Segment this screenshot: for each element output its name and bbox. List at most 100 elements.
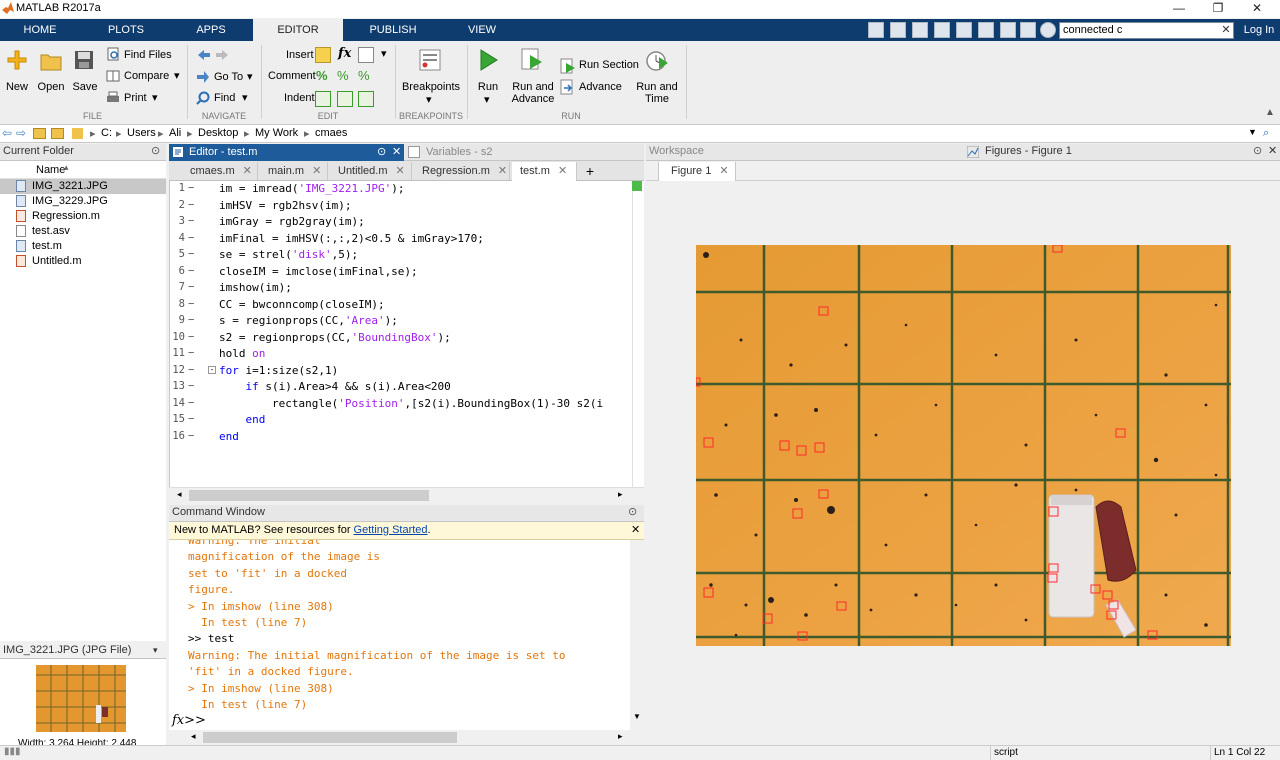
scroll-thumb[interactable] xyxy=(189,490,429,501)
breakpoint-gutter-mark[interactable]: − xyxy=(188,215,194,227)
code-line[interactable]: imshow(im); xyxy=(219,281,292,294)
login-button[interactable]: Log In xyxy=(1239,19,1279,41)
comment-percent-icon[interactable]: % xyxy=(316,68,328,83)
editor-horizontal-scrollbar[interactable]: ◂ ▸ xyxy=(169,487,644,503)
run-and-time-button[interactable]: Run and Time xyxy=(634,81,680,105)
scroll-right-icon[interactable]: ▸ xyxy=(618,731,623,742)
tab-editor[interactable]: EDITOR xyxy=(253,19,343,42)
search-folder-icon[interactable]: ⌕ xyxy=(1263,127,1269,140)
breadcrumb-c-drive[interactable]: C: xyxy=(101,127,112,139)
breakpoints-button[interactable]: Breakpoints xyxy=(396,81,466,93)
code-line[interactable]: rectangle('Position',[s2(i).BoundingBox(… xyxy=(219,397,603,410)
code-line[interactable]: im = imread('IMG_3221.JPG'); xyxy=(219,182,404,195)
insert-button[interactable]: Insert xyxy=(286,49,314,61)
scroll-left-icon[interactable]: ◂ xyxy=(191,731,196,742)
tab-publish[interactable]: PUBLISH xyxy=(346,19,440,41)
new-tab-button[interactable]: + xyxy=(578,162,602,181)
breakpoint-gutter-mark[interactable]: − xyxy=(188,182,194,194)
breakpoint-gutter-mark[interactable]: − xyxy=(188,281,194,293)
code-line[interactable]: hold on xyxy=(219,347,265,360)
print-dropdown-icon[interactable]: ▾ xyxy=(152,91,158,104)
find-files-button[interactable]: Find Files xyxy=(124,49,172,61)
maximize-button[interactable]: ❐ xyxy=(1199,0,1237,18)
compare-button[interactable]: Compare xyxy=(124,70,169,82)
undo-quick-icon[interactable] xyxy=(978,22,994,38)
breakpoint-gutter-mark[interactable]: − xyxy=(188,314,194,326)
switch-windows-icon[interactable] xyxy=(1020,22,1036,38)
indent-button[interactable]: Indent xyxy=(284,92,315,104)
tab-view[interactable]: VIEW xyxy=(442,19,522,41)
breakpoint-gutter-mark[interactable]: − xyxy=(188,430,194,442)
breadcrumb-my-work[interactable]: My Work xyxy=(255,127,298,139)
breadcrumb-desktop[interactable]: Desktop xyxy=(198,127,238,139)
tab-close-icon[interactable]: ✕ xyxy=(498,165,507,177)
editor-tab-main[interactable]: main.m ✕ xyxy=(262,162,328,181)
paste-quick-icon[interactable] xyxy=(956,22,972,38)
breakpoint-gutter-mark[interactable]: − xyxy=(188,364,194,376)
figure-tab[interactable]: Figure 1 ✕ xyxy=(658,162,736,181)
insert-code-icon[interactable] xyxy=(358,47,374,63)
breadcrumb-cmaes[interactable]: cmaes xyxy=(315,127,347,139)
breakpoint-gutter-mark[interactable]: − xyxy=(188,397,194,409)
advance-button[interactable]: Advance xyxy=(579,81,622,93)
code-line[interactable]: closeIM = imclose(imFinal,se); xyxy=(219,265,418,278)
run-dropdown-icon[interactable]: ▾ xyxy=(484,93,490,106)
comment-button[interactable]: Comment xyxy=(268,70,316,82)
save-quick-icon[interactable] xyxy=(890,22,906,38)
tab-close-icon[interactable]: ✕ xyxy=(558,165,567,177)
breakpoint-gutter-mark[interactable]: − xyxy=(188,265,194,277)
back-arrow-icon[interactable]: ⇦ xyxy=(2,126,12,140)
scroll-down-icon[interactable]: ▼ xyxy=(633,712,641,721)
breadcrumb-users[interactable]: Users xyxy=(127,127,156,139)
tab-plots[interactable]: PLOTS xyxy=(84,19,168,41)
smart-indent-icon[interactable] xyxy=(315,91,331,107)
code-line[interactable]: imHSV = rgb2hsv(im); xyxy=(219,199,351,212)
close-window-button[interactable]: ✕ xyxy=(1238,0,1276,18)
panel-actions-icon[interactable]: ⊙ xyxy=(151,144,160,159)
scroll-right-icon[interactable]: ▸ xyxy=(618,489,623,500)
search-documentation-input[interactable]: connected c xyxy=(1059,22,1234,39)
code-line[interactable]: imGray = rgb2gray(im); xyxy=(219,215,365,228)
code-line[interactable]: end xyxy=(219,430,239,443)
search-clear-icon[interactable]: ✕ xyxy=(1219,22,1233,39)
breakpoint-gutter-mark[interactable]: − xyxy=(188,380,194,392)
save-button[interactable]: Save xyxy=(68,81,102,93)
copy-quick-icon[interactable] xyxy=(934,22,950,38)
increase-indent-icon[interactable] xyxy=(337,91,353,107)
tab-close-icon[interactable]: ✕ xyxy=(396,165,405,177)
run-and-advance-button[interactable]: Run and Advance xyxy=(510,81,556,105)
code-line[interactable]: imFinal = imHSV(:,:,2)<0.5 & imGray>170; xyxy=(219,232,484,245)
insert-function-icon[interactable]: fx xyxy=(338,46,351,61)
breakpoints-dropdown-icon[interactable]: ▾ xyxy=(426,93,432,106)
code-line[interactable]: for i=1:size(s2,1) xyxy=(219,364,338,377)
workspace-header[interactable]: Workspace xyxy=(646,144,962,161)
find-dropdown-icon[interactable]: ▾ xyxy=(242,91,248,104)
insert-dropdown-icon[interactable]: ▾ xyxy=(381,47,387,60)
insert-section-icon[interactable] xyxy=(315,47,331,63)
breakpoint-gutter-mark[interactable]: − xyxy=(188,199,194,211)
open-button[interactable]: Open xyxy=(34,81,68,93)
editor-close-icon[interactable]: ✕ xyxy=(392,145,401,158)
compare-dropdown-icon[interactable]: ▾ xyxy=(174,69,180,82)
command-actions-icon[interactable]: ⊙ xyxy=(628,505,637,520)
tab-close-icon[interactable]: ✕ xyxy=(719,165,728,177)
run-section-button[interactable]: Run Section xyxy=(579,59,639,71)
command-prompt-row[interactable]: fx>> xyxy=(169,712,630,730)
breakpoint-gutter-mark[interactable]: − xyxy=(188,298,194,310)
new-button[interactable]: New xyxy=(0,81,34,93)
editor-tab-test[interactable]: test.m ✕ xyxy=(512,162,577,181)
tab-close-icon[interactable]: ✕ xyxy=(243,165,252,177)
command-horizontal-scrollbar[interactable]: ◂ ▸ xyxy=(169,730,644,745)
wrap-comment-icon[interactable]: % xyxy=(358,68,370,83)
scroll-thumb[interactable] xyxy=(203,732,457,743)
go-to-dropdown-icon[interactable]: ▾ xyxy=(247,70,253,83)
up-folder-icon[interactable] xyxy=(33,128,46,139)
browse-folder-icon[interactable] xyxy=(51,128,64,139)
minimize-button[interactable]: — xyxy=(1160,0,1198,18)
go-to-button[interactable]: Go To xyxy=(214,71,243,83)
tab-apps[interactable]: APPS xyxy=(170,19,252,41)
code-line[interactable]: end xyxy=(219,413,266,426)
run-button[interactable]: Run xyxy=(470,81,506,93)
find-button[interactable]: Find xyxy=(214,92,235,104)
print-button[interactable]: Print xyxy=(124,92,147,104)
